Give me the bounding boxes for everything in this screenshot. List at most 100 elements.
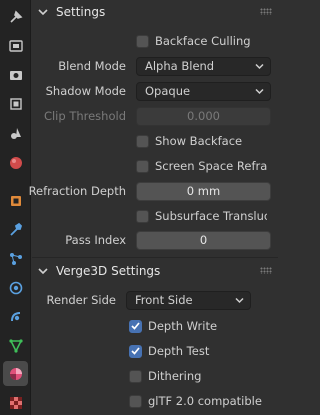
tab-modifiers[interactable] [3, 217, 28, 242]
render-side-value: Front Side [135, 293, 193, 307]
render-side-row: Render Side Front Side [32, 290, 278, 310]
checkbox-box[interactable] [129, 319, 142, 333]
output-icon [9, 70, 22, 80]
tab-material[interactable] [3, 361, 28, 386]
drag-grip-icon[interactable] [260, 267, 272, 274]
refraction-depth-label: Refraction Depth [28, 184, 126, 198]
render-icon [8, 39, 23, 52]
tab-constraints[interactable] [3, 304, 28, 329]
screen-space-refraction-row: Screen Space Refract... [32, 156, 278, 176]
depth-test-label: Depth Test [148, 344, 210, 358]
refraction-depth-field[interactable]: 0 mm [136, 181, 271, 201]
verge3d-panel-title: Verge3D Settings [56, 264, 161, 278]
shadow-mode-dropdown[interactable]: Opaque [136, 81, 271, 101]
backface-culling-row: Backface Culling [32, 31, 278, 51]
show-backface-label: Show Backface [155, 134, 243, 148]
material-icon [9, 367, 22, 380]
tab-object-data[interactable] [3, 333, 28, 358]
pass-index-label: Pass Index [65, 233, 126, 247]
render-side-label: Render Side [46, 293, 116, 307]
tab-scene[interactable] [3, 120, 28, 145]
pass-index-field[interactable]: 0 [136, 230, 271, 250]
depth-write-checkbox[interactable]: Depth Write [129, 319, 217, 333]
shadow-mode-label: Shadow Mode [45, 84, 126, 98]
checkbox-box[interactable] [136, 209, 149, 223]
blend-mode-row: Blend Mode Alpha Blend [32, 56, 278, 76]
blend-mode-dropdown[interactable]: Alpha Blend [136, 56, 271, 76]
render-side-dropdown[interactable]: Front Side [126, 290, 251, 310]
modifier-icon [9, 222, 22, 236]
chevron-down-icon [255, 63, 264, 69]
view-layer-icon [9, 97, 22, 110]
tab-physics[interactable] [3, 275, 28, 300]
dithering-checkbox[interactable]: Dithering [129, 369, 201, 383]
show-backface-checkbox[interactable]: Show Backface [136, 134, 242, 148]
settings-panel-header[interactable]: Settings [32, 0, 278, 24]
panel-separator [32, 257, 278, 258]
chevron-down-icon [255, 88, 264, 94]
checkmark-icon [131, 347, 140, 355]
tool-icon [9, 10, 22, 23]
settings-panel-title: Settings [56, 5, 106, 19]
properties-panel: Settings Backface Culling Blend Mode Alp… [28, 0, 278, 415]
tab-world[interactable] [3, 150, 28, 175]
tab-view-layer[interactable] [3, 91, 28, 116]
subsurface-translucency-label: Subsurface Transluce... [155, 209, 267, 223]
tab-particles[interactable] [3, 246, 28, 271]
clip-threshold-label: Clip Threshold [43, 109, 126, 123]
scene-icon [10, 127, 21, 139]
depth-test-checkbox[interactable]: Depth Test [129, 344, 209, 358]
chevron-down-icon [38, 267, 48, 275]
checkmark-icon [131, 322, 140, 330]
blend-mode-label: Blend Mode [58, 59, 126, 73]
properties-tab-strip [0, 0, 31, 415]
pass-index-value: 0 [199, 233, 208, 247]
backface-culling-checkbox[interactable]: Backface Culling [136, 34, 251, 48]
constraints-icon [10, 311, 20, 321]
clip-threshold-field[interactable]: 0.000 [136, 106, 271, 126]
gltf-compatible-label: glTF 2.0 compatible [148, 394, 262, 408]
pass-index-row: Pass Index 0 [32, 230, 278, 250]
drag-grip-icon[interactable] [260, 8, 272, 15]
verge3d-panel-header[interactable]: Verge3D Settings [32, 259, 278, 283]
chevron-down-icon [235, 297, 244, 303]
show-backface-row: Show Backface [32, 131, 278, 151]
depth-write-row: Depth Write [32, 316, 278, 336]
tab-texture[interactable] [3, 390, 28, 415]
dithering-row: Dithering [32, 366, 278, 386]
object-data-icon [8, 338, 23, 353]
blend-mode-value: Alpha Blend [145, 59, 215, 73]
particles-icon [9, 252, 22, 265]
shadow-mode-value: Opaque [145, 84, 191, 98]
shadow-mode-row: Shadow Mode Opaque [32, 81, 278, 101]
clip-threshold-value: 0.000 [187, 109, 220, 123]
tab-tool[interactable] [3, 4, 28, 29]
gltf-compatible-checkbox[interactable]: glTF 2.0 compatible [129, 394, 262, 408]
gltf-compatible-row: glTF 2.0 compatible [32, 391, 278, 411]
checkbox-box[interactable] [136, 159, 149, 173]
checkbox-box[interactable] [136, 34, 149, 48]
depth-write-label: Depth Write [148, 319, 218, 333]
subsurface-translucency-checkbox[interactable]: Subsurface Transluce... [136, 209, 267, 223]
checkbox-box[interactable] [136, 134, 149, 148]
object-icon [10, 195, 21, 206]
texture-icon [9, 396, 22, 409]
dithering-label: Dithering [148, 369, 202, 383]
refraction-depth-row: Refraction Depth 0 mm [28, 181, 278, 201]
checkbox-box[interactable] [129, 344, 142, 358]
physics-icon [9, 281, 22, 294]
chevron-down-icon [38, 8, 48, 16]
subsurface-translucency-row: Subsurface Transluce... [32, 206, 278, 226]
tab-object[interactable] [3, 188, 28, 213]
tab-output[interactable] [3, 62, 28, 87]
clip-threshold-row: Clip Threshold 0.000 [32, 106, 278, 126]
screen-space-refraction-label: Screen Space Refract... [155, 159, 267, 173]
tab-render[interactable] [3, 33, 28, 58]
refraction-depth-value: 0 mm [186, 184, 221, 198]
checkbox-box[interactable] [129, 369, 142, 383]
world-icon [9, 156, 22, 169]
checkbox-box[interactable] [129, 394, 142, 408]
depth-test-row: Depth Test [32, 341, 278, 361]
backface-culling-label: Backface Culling [155, 34, 251, 48]
screen-space-refraction-checkbox[interactable]: Screen Space Refract... [136, 159, 267, 173]
